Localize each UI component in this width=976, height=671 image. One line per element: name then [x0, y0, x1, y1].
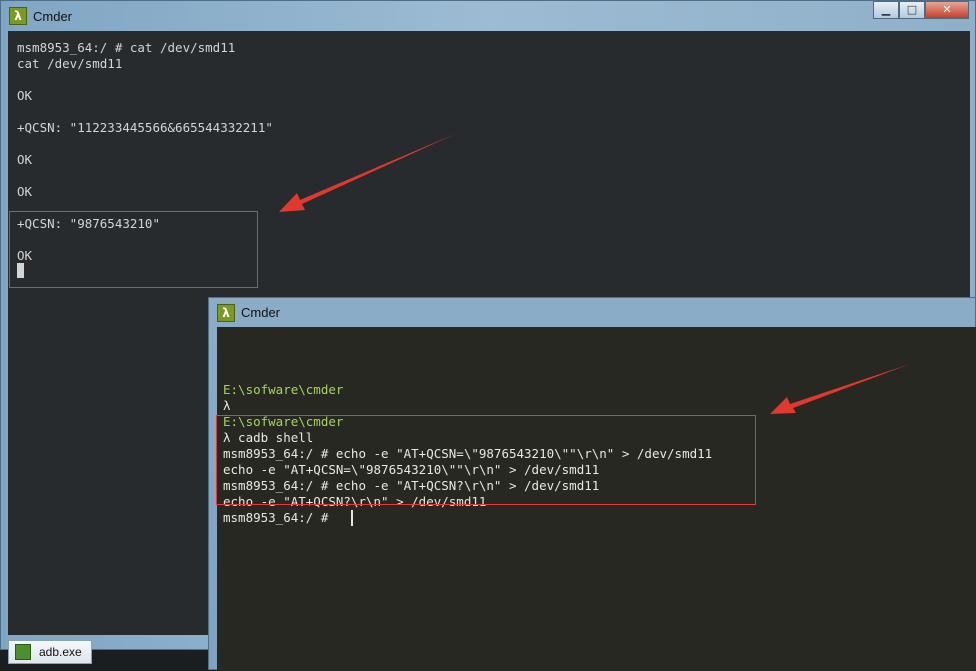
arrow-icon	[279, 134, 455, 212]
arrow-icon	[770, 364, 910, 414]
annotation-arrows	[279, 134, 910, 414]
